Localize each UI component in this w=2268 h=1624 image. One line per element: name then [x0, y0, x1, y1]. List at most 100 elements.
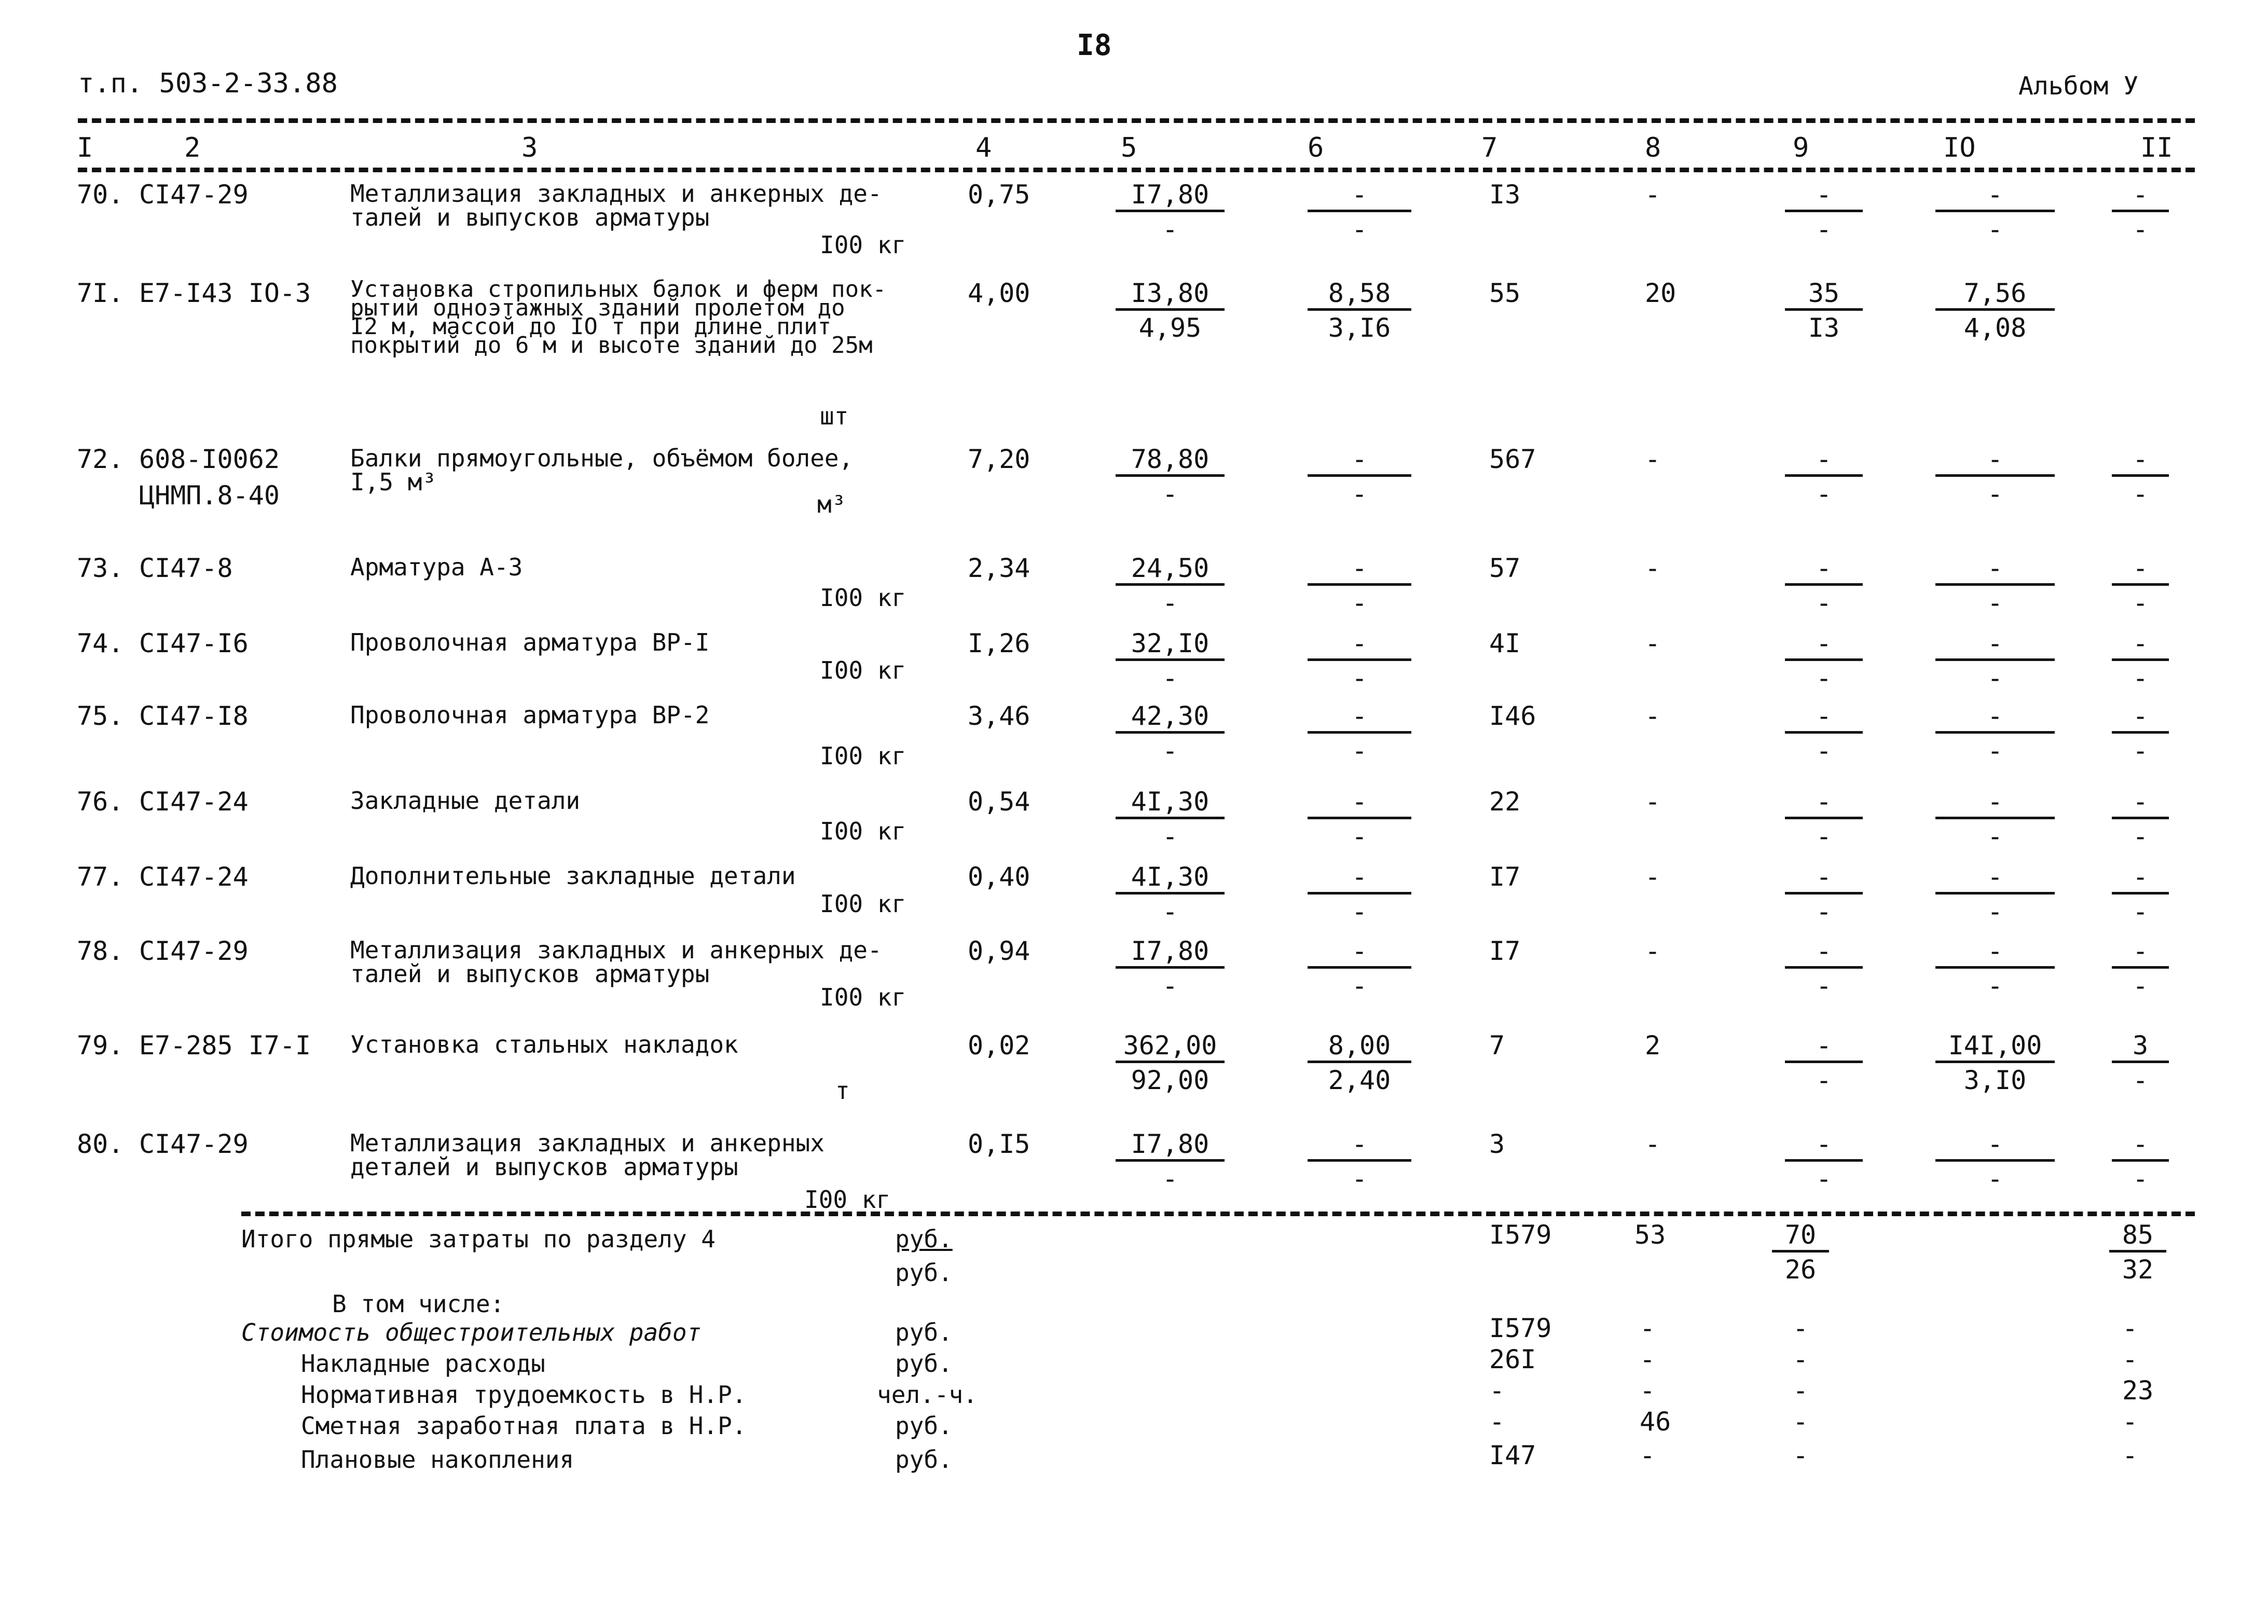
- column-header: 7: [1481, 132, 1498, 163]
- machine-cost-denominator: -: [1816, 736, 1832, 766]
- totals-line-wage: -: [1640, 1375, 1656, 1406]
- unit-cost: I7,80-: [1116, 182, 1225, 242]
- total-wage: 20: [1645, 278, 1676, 308]
- column-header: 2: [184, 132, 201, 163]
- work-description: Проволочная арматура ВР-2: [350, 701, 710, 729]
- unit-wage-denominator: -: [1351, 663, 1368, 693]
- machine-total-numerator: -: [1935, 446, 2055, 477]
- direct-costs-machine-numerator: 70: [1772, 1222, 1829, 1253]
- total-cost: 7: [1489, 1030, 1505, 1061]
- unit-cost: I3,80 4,95: [1116, 280, 1225, 341]
- totals-line-label: Стоимость общестроительных работ: [241, 1318, 702, 1346]
- unit-wage: 8,58 3,I6: [1308, 280, 1411, 341]
- quantity: 2,34: [968, 553, 1030, 583]
- totals-line-machine: -: [1793, 1344, 1809, 1374]
- unit-wage: --: [1308, 446, 1411, 507]
- totals-line-unit: чел.-ч.: [877, 1381, 978, 1409]
- unit-wage: --: [1308, 864, 1411, 925]
- machine-cost-numerator: -: [1785, 182, 1863, 212]
- unit-cost-numerator: I7,80: [1116, 938, 1225, 969]
- totals-line-total: -: [1489, 1375, 1505, 1406]
- unit-wage-numerator: -: [1308, 789, 1411, 819]
- machine-cost: --: [1785, 789, 1863, 849]
- col11-value-numerator: -: [2112, 1131, 2169, 1162]
- unit-wage: --: [1308, 789, 1411, 849]
- direct-costs-col11: 85 32: [2109, 1222, 2166, 1283]
- totals-line-col11: -: [2122, 1344, 2138, 1374]
- machine-cost: --: [1785, 630, 1863, 691]
- quantity: 0,40: [968, 862, 1030, 892]
- row-number: 70.: [77, 180, 124, 210]
- machine-total-numerator: -: [1935, 182, 2055, 212]
- totals-line-total: -: [1489, 1407, 1505, 1437]
- unit-cost: 4I,30-: [1116, 864, 1225, 925]
- header-bottom-rule: [78, 168, 2195, 172]
- column-header: 5: [1121, 132, 1137, 163]
- album-label: Альбом У: [2018, 72, 2139, 101]
- machine-total-numerator: -: [1935, 555, 2055, 586]
- total-cost: I3: [1489, 180, 1521, 210]
- rate-code: CI47-I6: [139, 628, 249, 658]
- row-number: 72.: [77, 444, 124, 474]
- work-description: Металлизация закладных и анкерных детале…: [350, 1129, 824, 1181]
- machine-total-denominator: -: [1987, 821, 2003, 851]
- work-description: Металлизация закладных и анкерных де- та…: [350, 180, 882, 231]
- col11-value-numerator: -: [2112, 789, 2169, 819]
- machine-cost-denominator: -: [1816, 588, 1832, 618]
- rate-code-secondary: ЦНМП.8-40: [139, 480, 280, 511]
- machine-total-denominator: -: [1987, 663, 2003, 693]
- unit-wage: --: [1308, 938, 1411, 999]
- quantity: 0,I5: [968, 1129, 1030, 1159]
- direct-costs-total: I579: [1489, 1220, 1552, 1250]
- totals-line-col11: -: [2122, 1407, 2138, 1437]
- totals-line-label: Сметная заработная плата в Н.Р.: [301, 1412, 747, 1440]
- unit-wage-denominator: -: [1351, 214, 1368, 244]
- machine-total-numerator: -: [1935, 789, 2055, 819]
- quantity: 0,02: [968, 1030, 1030, 1061]
- unit-wage-denominator: -: [1351, 897, 1368, 927]
- totals-line-total: I579: [1489, 1313, 1552, 1343]
- rate-code: CI47-24: [139, 787, 249, 817]
- direct-costs-col11-numerator: 85: [2109, 1222, 2166, 1253]
- totals-line-machine: -: [1793, 1375, 1809, 1406]
- machine-total: 7,56 4,08: [1935, 280, 2055, 341]
- totals-line-total: I47: [1489, 1440, 1536, 1470]
- unit-wage-numerator: -: [1308, 938, 1411, 969]
- unit-cost-denominator: 92,00: [1131, 1065, 1209, 1095]
- col11-value-denominator: -: [2132, 214, 2149, 244]
- unit-cost-denominator: -: [1162, 214, 1178, 244]
- machine-total-denominator: -: [1987, 214, 2003, 244]
- unit-wage: --: [1308, 555, 1411, 616]
- machine-cost: --: [1785, 1131, 1863, 1192]
- unit-of-measure: I00 кг: [820, 742, 906, 770]
- column-header: 4: [975, 132, 992, 163]
- direct-costs-machine-denominator: 26: [1784, 1255, 1817, 1285]
- totals-line-col11: 23: [2122, 1375, 2154, 1406]
- machine-total-denominator: -: [1987, 736, 2003, 766]
- machine-cost: --: [1785, 703, 1863, 764]
- row-number: 76.: [77, 787, 124, 817]
- machine-total-numerator: -: [1935, 1131, 2055, 1162]
- machine-total-numerator: -: [1935, 703, 2055, 734]
- unit-cost: 78,80-: [1116, 446, 1225, 507]
- total-wage: -: [1645, 701, 1661, 731]
- unit-cost-denominator: -: [1162, 588, 1178, 618]
- direct-costs-label: Итого прямые затраты по разделу 4: [241, 1225, 716, 1253]
- totals-line-unit: руб.: [895, 1446, 953, 1474]
- unit-cost-denominator: -: [1162, 663, 1178, 693]
- col11-value: --: [2112, 1131, 2169, 1192]
- unit-of-measure: т: [835, 1077, 850, 1105]
- unit-wage-denominator: 3,I6: [1328, 313, 1391, 343]
- row-number: 74.: [77, 628, 124, 658]
- totals-line-unit: руб.: [895, 1350, 953, 1378]
- totals-line-col11: -: [2122, 1313, 2138, 1343]
- including-label: В том числе:: [332, 1290, 505, 1318]
- unit-cost-denominator: 4,95: [1138, 313, 1202, 343]
- machine-cost: --: [1785, 555, 1863, 616]
- machine-cost-denominator: -: [1816, 214, 1832, 244]
- rate-code: 608-I0062: [139, 444, 280, 474]
- machine-total-denominator: -: [1987, 971, 2003, 1001]
- totals-line-label: Накладные расходы: [301, 1350, 545, 1378]
- unit-cost-numerator: 78,80: [1116, 446, 1225, 477]
- totals-rule: [241, 1212, 2195, 1216]
